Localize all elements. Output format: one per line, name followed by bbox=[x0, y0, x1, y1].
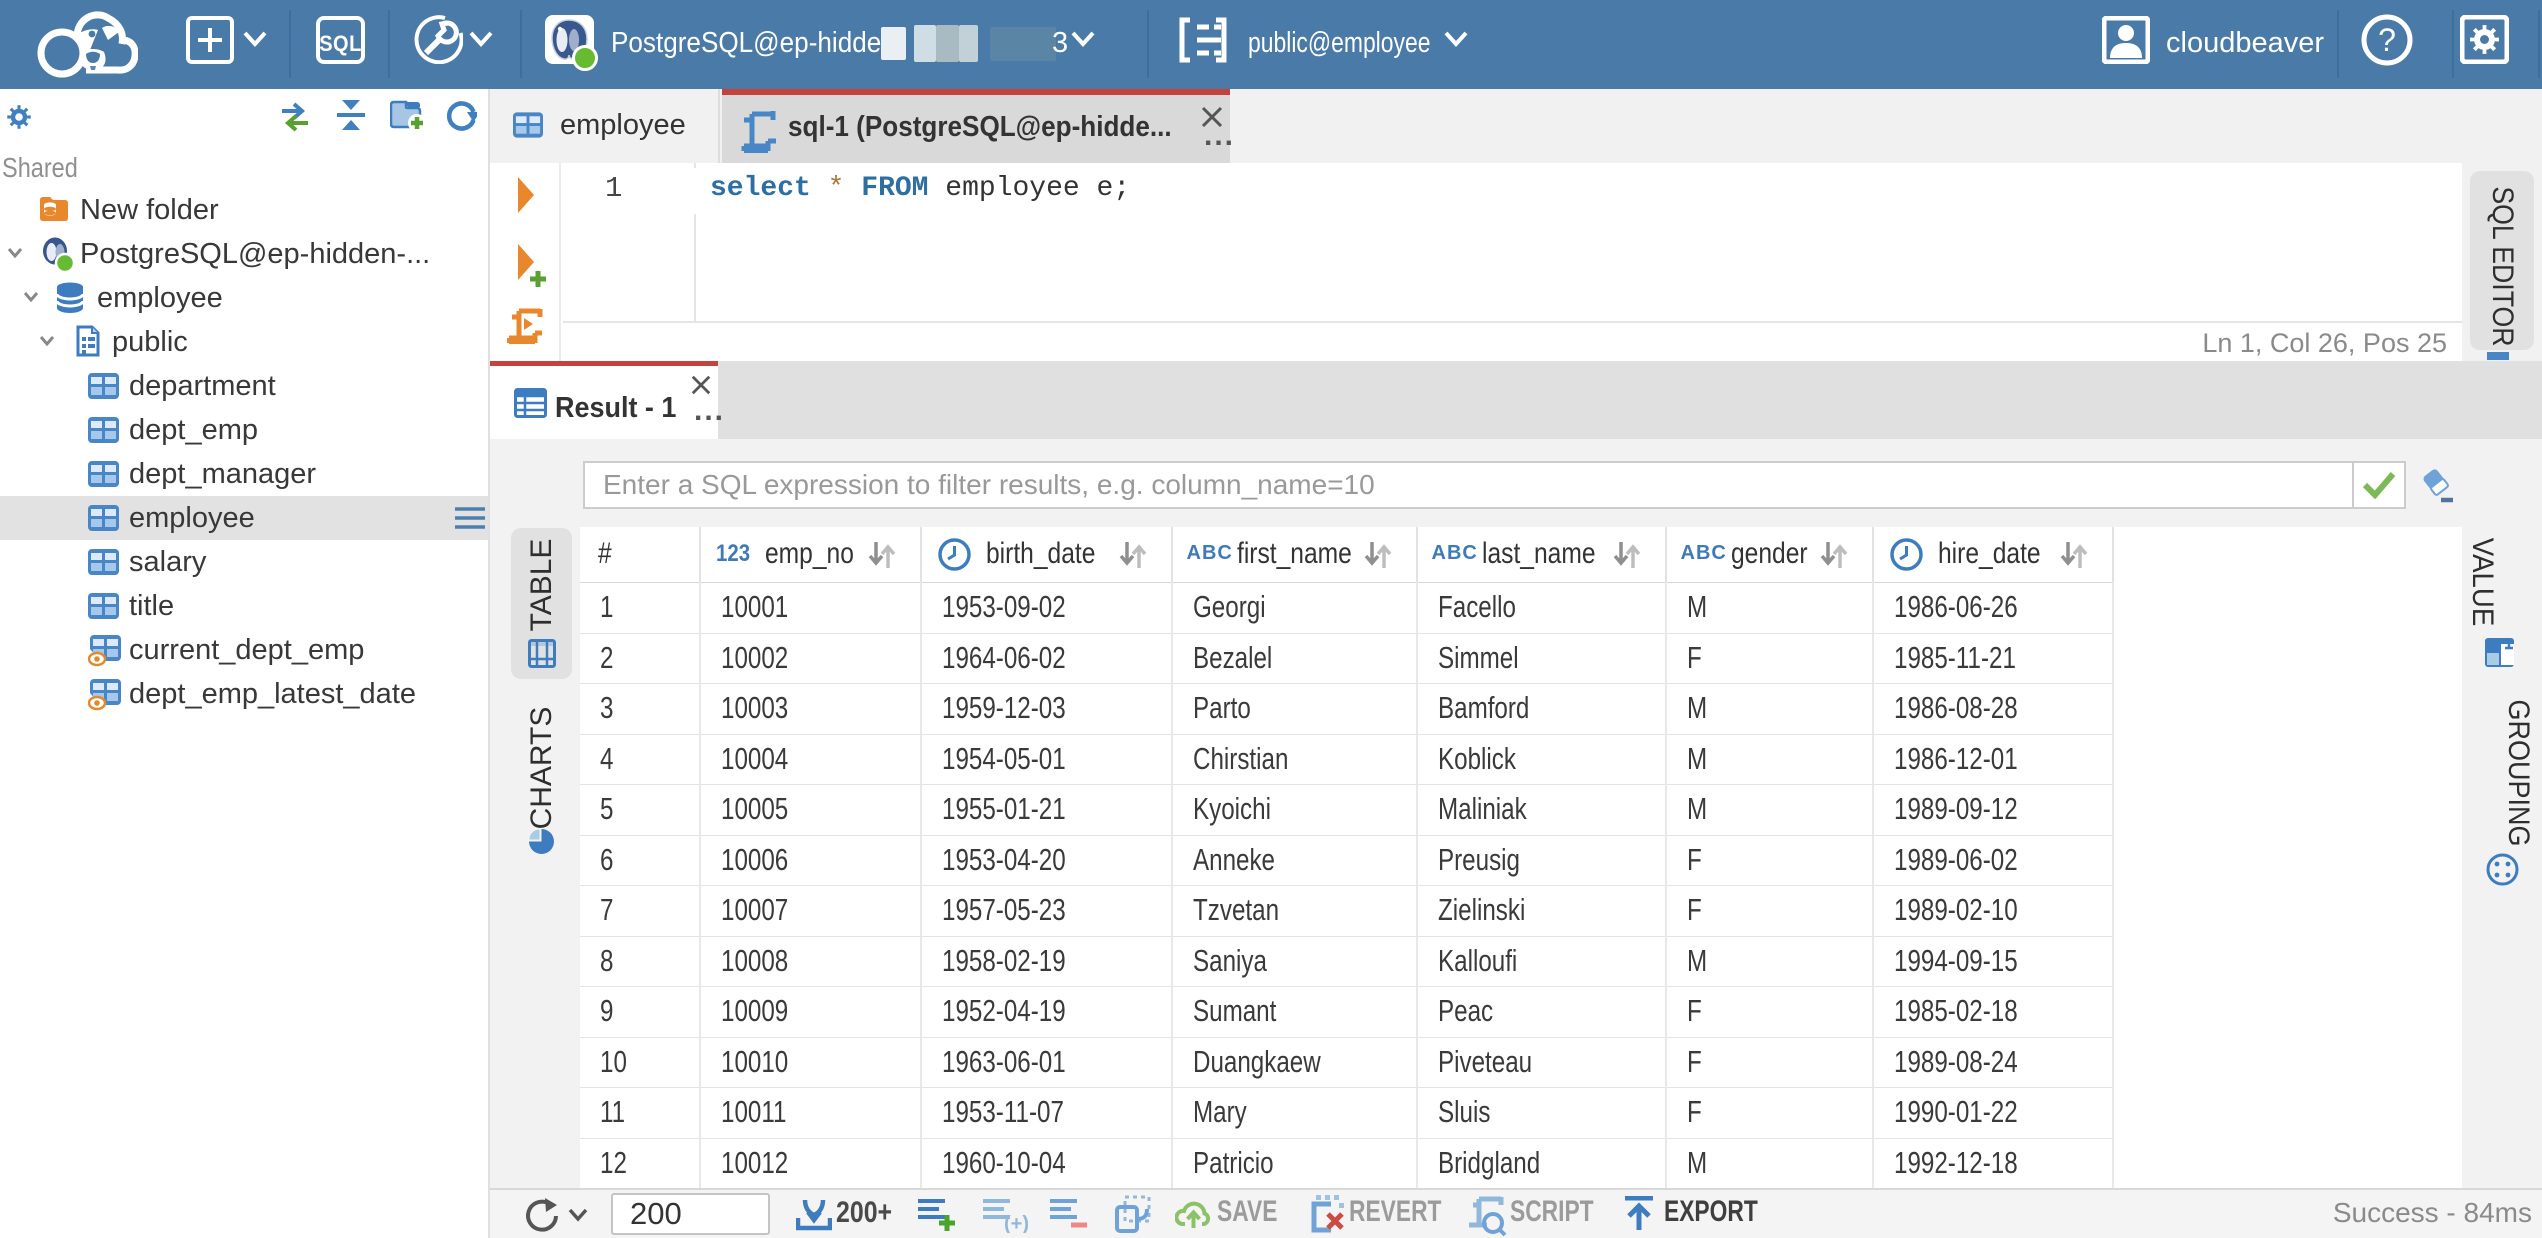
svg-text:SQL: SQL bbox=[319, 32, 362, 56]
svg-text:(+): (+) bbox=[1004, 1213, 1028, 1233]
svg-text:?: ? bbox=[2378, 22, 2396, 58]
